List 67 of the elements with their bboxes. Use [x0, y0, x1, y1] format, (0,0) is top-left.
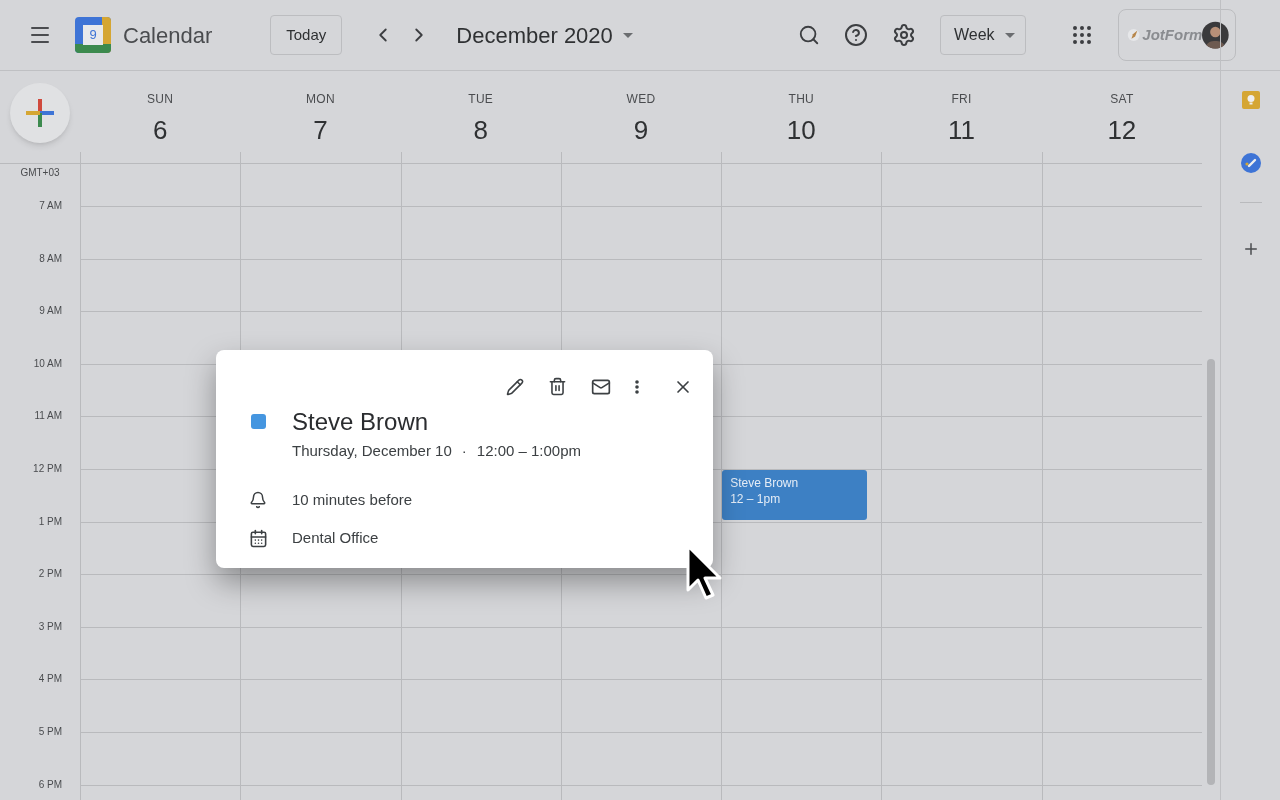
brand-logo-text: JotForm: [1142, 24, 1203, 45]
date-number[interactable]: 8: [473, 114, 488, 146]
separator: ·: [461, 441, 467, 461]
help-icon: [844, 23, 868, 47]
date-number[interactable]: 9: [633, 114, 649, 146]
create-button[interactable]: [10, 83, 70, 143]
apps-icon: [1070, 23, 1094, 47]
settings-button[interactable]: [892, 23, 916, 47]
logo-day: 9: [83, 25, 103, 45]
search-icon: [798, 24, 820, 46]
hour-label: 8 AM: [39, 252, 62, 265]
calendar-icon: [249, 528, 268, 548]
delete-button[interactable]: [548, 377, 567, 396]
trash-icon: [548, 377, 567, 396]
calendar-name: Dental Office: [292, 528, 379, 548]
reminder-text: 10 minutes before: [292, 489, 413, 510]
pencil-icon: [1127, 26, 1141, 44]
pencil-icon: [506, 377, 524, 396]
event-chip[interactable]: Steve Brown 12 – 1pm: [722, 469, 868, 520]
check-icon: [1243, 156, 1258, 170]
event-time: 12 – 1pm: [730, 490, 782, 507]
hour-label: 5 PM: [38, 725, 62, 738]
caret-icon: [622, 32, 633, 38]
app-title: Calendar: [123, 21, 213, 50]
caret-icon: [1005, 32, 1015, 38]
weekday-label: THU: [788, 91, 815, 108]
apps-button[interactable]: [1070, 23, 1094, 47]
date-number[interactable]: 10: [786, 114, 816, 146]
hour-label: 6 PM: [38, 778, 62, 791]
bell-icon: [249, 490, 267, 509]
weekday-label: FRI: [951, 91, 972, 108]
today-button[interactable]: Today: [270, 15, 343, 55]
timezone-label: GMT+03: [20, 167, 60, 179]
hour-label: 7 AM: [39, 200, 62, 212]
lightbulb-icon: [1245, 94, 1256, 106]
help-button[interactable]: [844, 23, 868, 47]
event-title: Steve Brown: [730, 474, 800, 491]
date-number[interactable]: 6: [152, 114, 168, 146]
event-time: 12:00 – 1:00pm: [476, 441, 582, 461]
search-button[interactable]: [798, 24, 820, 46]
scrollbar[interactable]: [1207, 359, 1215, 785]
date-number[interactable]: 12: [1107, 114, 1137, 146]
weekday-label: SUN: [147, 91, 174, 108]
weekday-label: MON: [305, 91, 335, 108]
more-icon: [635, 379, 639, 394]
hour-label: 4 PM: [38, 673, 62, 686]
weekday-label: TUE: [468, 91, 494, 108]
date-number[interactable]: 7: [313, 114, 328, 146]
hour-label: 1 PM: [38, 515, 62, 528]
hour-label: 10 AM: [33, 357, 62, 370]
hour-label: 12 PM: [33, 462, 62, 475]
weekday-label: SAT: [1110, 91, 1134, 108]
view-selector[interactable]: Week: [940, 15, 1026, 55]
plus-icon: [26, 99, 54, 127]
hour-label: 11 AM: [34, 410, 62, 423]
hour-label: 3 PM: [38, 620, 62, 633]
weekday-label: WED: [626, 91, 656, 108]
settings-icon: [892, 23, 916, 47]
more-button[interactable]: [635, 379, 639, 394]
date-number[interactable]: 11: [948, 114, 976, 146]
period-selector[interactable]: December 2020: [456, 18, 633, 52]
tasks-button[interactable]: [1240, 153, 1261, 173]
edit-button[interactable]: [506, 377, 524, 396]
event-title: Steve Brown: [292, 407, 430, 437]
hour-label: 2 PM: [38, 568, 62, 581]
hour-label: 9 AM: [39, 305, 62, 318]
event-date: Thursday, December 10: [292, 441, 452, 461]
